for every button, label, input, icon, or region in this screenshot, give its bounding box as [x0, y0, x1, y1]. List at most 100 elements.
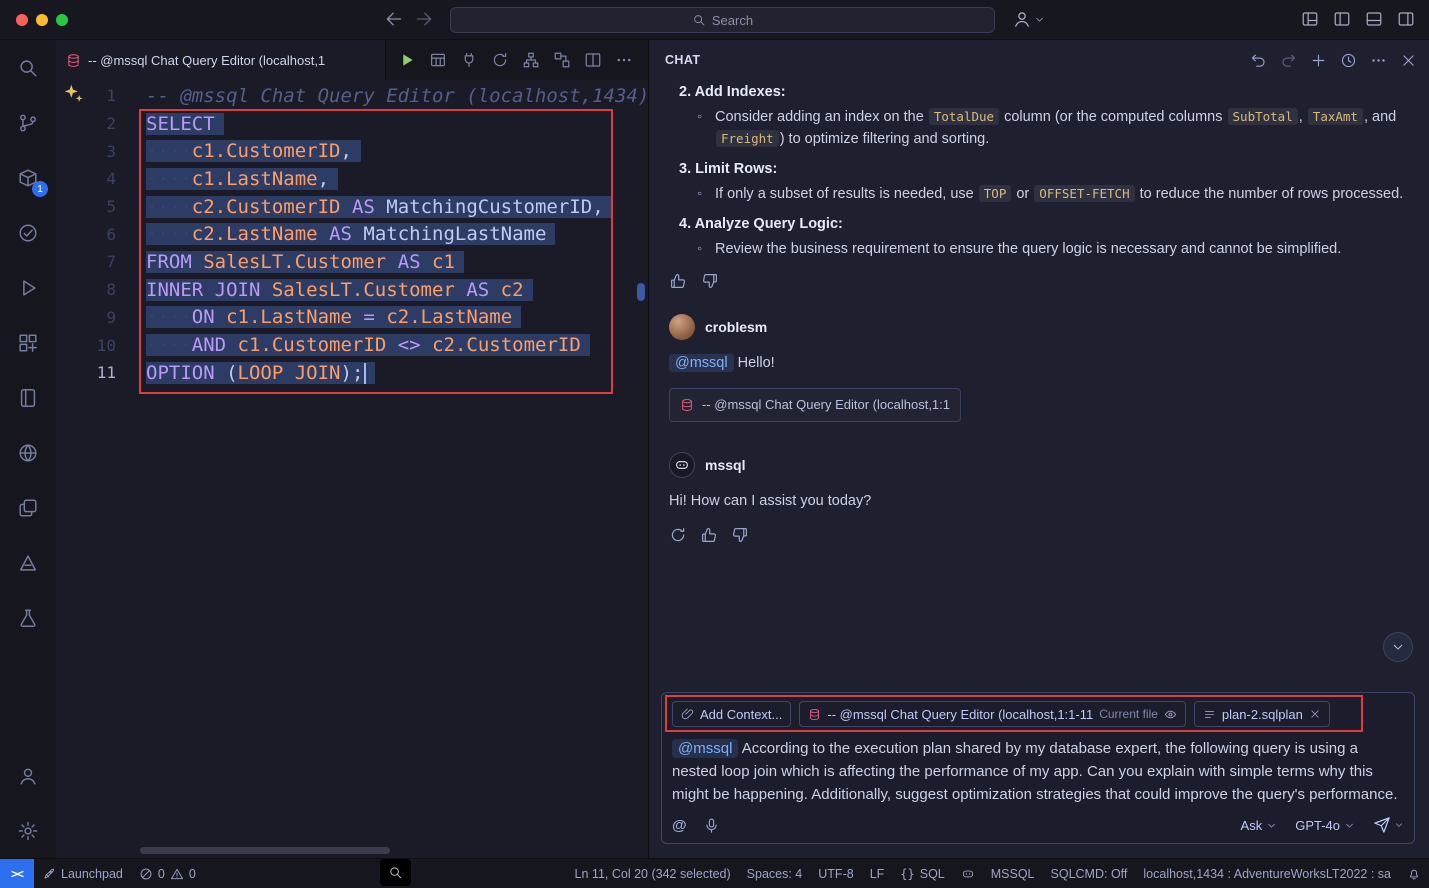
sidebar-item-azure[interactable] [0, 535, 56, 590]
minimize-window-button[interactable] [36, 14, 48, 26]
current-file-chip[interactable]: -- @mssql Chat Query Editor (localhost,1… [799, 701, 1186, 727]
undo-icon[interactable] [1250, 52, 1267, 69]
remote-indicator[interactable]: >< [0, 859, 34, 888]
microphone-icon[interactable] [703, 817, 720, 834]
model-dropdown[interactable]: GPT-4o [1295, 818, 1355, 833]
copilot-status[interactable] [953, 859, 983, 888]
code-editor[interactable]: 1-- @mssql Chat Query Editor (localhost,… [56, 80, 648, 858]
chat-messages[interactable]: 2. Add Indexes:Consider adding an index … [649, 80, 1429, 688]
sidebar-item-notebook[interactable] [0, 370, 56, 425]
line-number: 2 [56, 114, 116, 133]
toggle-sidebar-icon[interactable] [1333, 10, 1351, 28]
toggle-secondary-sidebar-icon[interactable] [1397, 10, 1415, 28]
user-message-text: @mssql Hello! [669, 352, 1409, 374]
layers-icon [17, 497, 39, 519]
navigate-forward-icon[interactable] [414, 9, 434, 29]
chat-input-box[interactable]: Add Context... -- @mssql Chat Query Edit… [661, 692, 1415, 844]
zoom-widget[interactable] [380, 859, 411, 886]
thumbs-up-icon[interactable] [669, 272, 687, 290]
run-query-button[interactable] [398, 51, 416, 69]
account-menu[interactable] [1012, 9, 1045, 29]
change-connection-icon[interactable] [491, 51, 509, 69]
thumbs-down-icon[interactable] [731, 526, 749, 544]
remove-chip-icon[interactable] [1309, 708, 1321, 720]
launchpad-item[interactable]: Launchpad [34, 859, 131, 888]
copilot-sparkle-icon[interactable] [63, 83, 84, 104]
activity-bar: 1 [0, 40, 56, 858]
title-bar: Search [0, 0, 1429, 40]
code-line: 2SELECT [56, 110, 648, 138]
sidebar-item-flask[interactable] [0, 590, 56, 645]
toggle-panel-icon[interactable] [1365, 10, 1383, 28]
sidebar-item-account[interactable] [0, 748, 56, 803]
notifications-item[interactable] [1399, 859, 1429, 888]
sqlplan-chip[interactable]: plan-2.sqlplan [1194, 701, 1330, 727]
tab-chat-query-editor[interactable]: -- @mssql Chat Query Editor (localhost,1 [56, 40, 386, 80]
attachment-pill[interactable]: -- @mssql Chat Query Editor (localhost,1… [669, 388, 961, 422]
scroll-to-bottom-button[interactable] [1383, 632, 1413, 662]
mention-icon[interactable]: @ [672, 817, 687, 834]
results-grid-icon[interactable] [429, 51, 447, 69]
sidebar-item-testing[interactable] [0, 205, 56, 260]
sidebar-item-blocks[interactable] [0, 315, 56, 370]
sqlcmd-item[interactable]: SQLCMD: Off [1043, 859, 1136, 888]
database-icon [808, 708, 821, 721]
file-icon [1203, 708, 1216, 721]
problems-item[interactable]: 0 0 [131, 859, 204, 888]
chevron-down-icon [1034, 14, 1045, 25]
history-icon[interactable] [1340, 52, 1357, 69]
split-editor-icon[interactable] [584, 51, 602, 69]
sidebar-item-search[interactable] [0, 40, 56, 95]
cursor-position[interactable]: Ln 11, Col 20 (342 selected) [567, 859, 739, 888]
sidebar-item-settings[interactable] [0, 803, 56, 858]
query-plan-icon[interactable] [553, 51, 571, 69]
command-center-search[interactable]: Search [450, 7, 995, 33]
mention-chip[interactable]: @mssql [672, 739, 738, 758]
encoding-item[interactable]: UTF-8 [810, 859, 861, 888]
inline-code: TotalDue [929, 108, 999, 125]
customize-layout-icon[interactable] [1301, 10, 1319, 28]
redo-icon[interactable] [1280, 52, 1297, 69]
vscode-window: Search 1 [0, 0, 1429, 888]
connection-item[interactable]: localhost,1434 : AdventureWorksLT2022 : … [1135, 859, 1399, 888]
close-window-button[interactable] [16, 14, 28, 26]
new-chat-icon[interactable] [1310, 52, 1327, 69]
more-actions-icon[interactable] [615, 51, 633, 69]
mssql-item[interactable]: MSSQL [983, 859, 1043, 888]
sidebar-item-extensions[interactable]: 1 [0, 150, 56, 205]
line-number: 11 [56, 363, 116, 382]
braces-icon: {} [900, 867, 914, 881]
thumbs-up-icon[interactable] [700, 526, 718, 544]
retry-icon[interactable] [669, 526, 687, 544]
line-number: 6 [56, 225, 116, 244]
chat-input-text[interactable]: @mssql According to the execution plan s… [672, 737, 1404, 806]
send-button[interactable] [1373, 816, 1404, 834]
overview-ruler[interactable] [634, 80, 648, 858]
maximize-window-button[interactable] [56, 14, 68, 26]
code-line: 9····ON c1.LastName = c2.LastName [56, 304, 648, 332]
scrollbar-thumb[interactable] [140, 847, 390, 854]
sidebar-item-github[interactable] [0, 425, 56, 480]
mode-dropdown[interactable]: Ask [1241, 818, 1278, 833]
horizontal-scrollbar[interactable] [56, 847, 634, 855]
mention-chip[interactable]: @mssql [669, 354, 734, 372]
navigate-back-icon[interactable] [384, 9, 404, 29]
inline-code: Freight [716, 130, 779, 147]
language-item[interactable]: {} SQL [892, 859, 952, 888]
thumbs-down-icon[interactable] [701, 272, 719, 290]
close-icon[interactable] [1400, 52, 1417, 69]
eol-item[interactable]: LF [862, 859, 893, 888]
avatar [669, 452, 695, 478]
indentation-item[interactable]: Spaces: 4 [739, 859, 811, 888]
chat-input-toolbar: @ Ask GPT-4o [672, 816, 1404, 834]
connect-icon[interactable] [460, 51, 478, 69]
add-context-chip[interactable]: Add Context... [672, 701, 791, 727]
sidebar-item-source-control[interactable] [0, 95, 56, 150]
code-line: 3····c1.CustomerID, [56, 137, 648, 165]
sidebar-item-layers[interactable] [0, 480, 56, 535]
more-icon[interactable] [1370, 52, 1387, 69]
sidebar-item-run[interactable] [0, 260, 56, 315]
schema-icon[interactable] [522, 51, 540, 69]
eye-icon[interactable] [1164, 708, 1177, 721]
chat-panel: CHAT 2. Add Indexes:Consider adding an i… [648, 40, 1429, 858]
